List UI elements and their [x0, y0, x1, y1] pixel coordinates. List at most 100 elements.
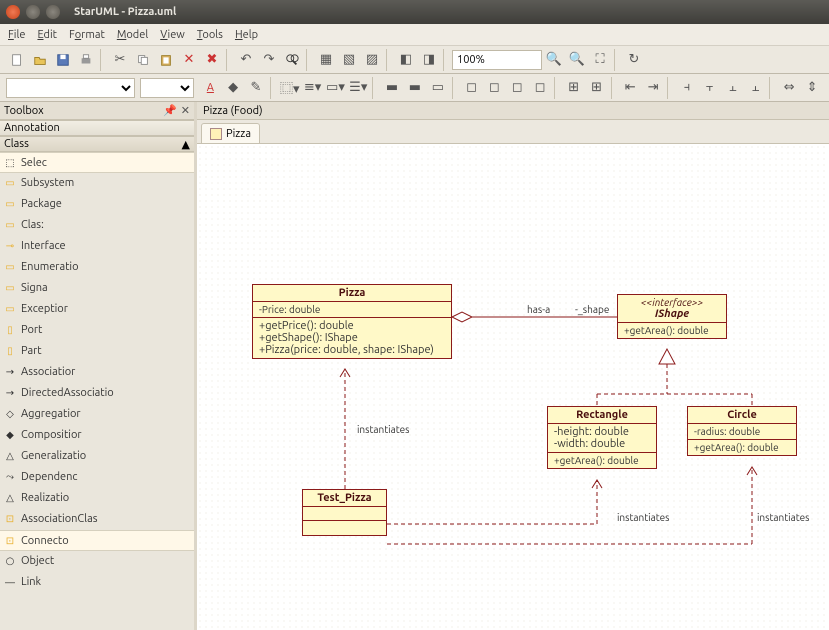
minimize-icon[interactable]	[26, 5, 40, 19]
layer2-icon[interactable]: ◻	[483, 77, 505, 99]
canvas[interactable]: has-a -_shape instantiates instantiates …	[197, 144, 829, 630]
zoom-out-icon[interactable]: 🔍	[566, 49, 588, 71]
al-bot-icon[interactable]: ⫠	[745, 77, 767, 99]
copy-icon[interactable]	[132, 49, 154, 71]
group1-icon[interactable]: ⿴▾	[279, 77, 301, 99]
layer1-icon[interactable]: ◻	[461, 77, 483, 99]
section-annotation[interactable]: Annotation	[0, 120, 194, 136]
new-icon[interactable]	[6, 49, 28, 71]
class-rectangle[interactable]: Rectangle -height: double-width: double …	[547, 406, 657, 469]
line-color-icon[interactable]: ✎	[245, 77, 267, 99]
close-icon[interactable]	[6, 5, 20, 19]
interface-ishape[interactable]: <<interface>>IShape +getArea(): double	[617, 294, 727, 339]
close-panel-icon[interactable]: ✕	[181, 104, 190, 117]
toolbox-label: Toolbox	[4, 105, 44, 117]
al-right-icon[interactable]: ⫟	[699, 77, 721, 99]
maximize-icon[interactable]	[46, 5, 60, 19]
diagram2-icon[interactable]: ▧	[338, 49, 360, 71]
tool-subsystem[interactable]: ▭Subsystem	[0, 173, 194, 194]
tool-associatior[interactable]: →Associatior	[0, 362, 194, 383]
al-left-icon[interactable]: ⫞	[676, 77, 698, 99]
redo-icon[interactable]: ↷	[258, 49, 280, 71]
tool-interface[interactable]: ⊸Interface	[0, 236, 194, 257]
dist2-icon[interactable]: ⇥	[642, 77, 664, 99]
tool-icon: ⊡	[3, 534, 17, 548]
tool-connecto[interactable]: ⊡Connecto	[0, 530, 194, 551]
class-pizza[interactable]: Pizza -Price: double +getPrice(): double…	[252, 284, 452, 359]
tool-signa[interactable]: ▭Signa	[0, 278, 194, 299]
align3-icon[interactable]: ▭	[427, 77, 449, 99]
dist1-icon[interactable]: ⇤	[619, 77, 641, 99]
class-op: +getArea(): double	[688, 440, 796, 455]
layer3-icon[interactable]: ◻	[506, 77, 528, 99]
tool-clas[interactable]: ▭Clas:	[0, 215, 194, 236]
menu-model[interactable]: Model	[117, 29, 148, 41]
class-attr: -Price: double	[253, 302, 451, 318]
al-top-icon[interactable]: ⫠	[722, 77, 744, 99]
menu-help[interactable]: Help	[235, 29, 258, 41]
palette2-icon[interactable]: ◨	[418, 49, 440, 71]
zoom-input[interactable]	[452, 50, 542, 70]
tool-package[interactable]: ▭Package	[0, 194, 194, 215]
delete-model-icon[interactable]: ✖	[201, 49, 223, 71]
menu-view[interactable]: View	[160, 29, 185, 41]
arrange1-icon[interactable]: ⊞	[563, 77, 585, 99]
diagram3-icon[interactable]: ▨	[361, 49, 383, 71]
tool-part[interactable]: ▯Part	[0, 341, 194, 362]
space-v-icon[interactable]: ⇕	[801, 77, 823, 99]
tool-generalizatio[interactable]: △Generalizatio	[0, 446, 194, 467]
cut-icon[interactable]: ✂	[109, 49, 131, 71]
tool-compositior[interactable]: ◆Compositior	[0, 425, 194, 446]
group4-icon[interactable]: ☰▾	[347, 77, 369, 99]
menu-edit[interactable]: Edit	[37, 29, 57, 41]
refresh-icon[interactable]: ↻	[623, 49, 645, 71]
menu-file[interactable]: File	[8, 29, 25, 41]
tool-icon: ○	[3, 554, 17, 568]
tool-associationclas[interactable]: ⊡AssociationClas	[0, 509, 194, 530]
rel-shape: -_shape	[575, 304, 609, 315]
tool-label: Enumeratio	[21, 261, 79, 273]
tool-enumeratio[interactable]: ▭Enumeratio	[0, 257, 194, 278]
tool-realizatio[interactable]: △Realizatio	[0, 488, 194, 509]
save-icon[interactable]	[52, 49, 74, 71]
arrange2-icon[interactable]: ⊞	[586, 77, 608, 99]
paste-icon[interactable]	[155, 49, 177, 71]
layer4-icon[interactable]: ◻	[529, 77, 551, 99]
align2-icon[interactable]: ▬	[404, 77, 426, 99]
tool-dependenc[interactable]: ⤳Dependenc	[0, 467, 194, 488]
section-class[interactable]: Class▲	[0, 136, 194, 152]
menu-format[interactable]: Format	[69, 29, 105, 41]
pin-icon[interactable]: 📌	[163, 104, 177, 117]
open-icon[interactable]	[29, 49, 51, 71]
scroll-up-icon[interactable]: ▲	[182, 138, 190, 151]
font-size-select[interactable]	[140, 78, 195, 98]
font-select[interactable]	[6, 78, 135, 98]
fill-color-icon[interactable]: ◆	[222, 77, 244, 99]
tool-aggregatior[interactable]: ◇Aggregatior	[0, 404, 194, 425]
align1-icon[interactable]: ▬	[381, 77, 403, 99]
tool-port[interactable]: ▯Port	[0, 320, 194, 341]
tool-object[interactable]: ○Object	[0, 551, 194, 572]
find-icon[interactable]	[281, 49, 303, 71]
tool-list: ⬚Selec▭Subsystem▭Package▭Clas:⊸Interface…	[0, 152, 194, 630]
font-color-icon[interactable]: A	[199, 77, 221, 99]
group3-icon[interactable]: ▭▾	[325, 77, 347, 99]
class-circle[interactable]: Circle -radius: double +getArea(): doubl…	[687, 406, 797, 456]
delete-icon[interactable]: ✕	[178, 49, 200, 71]
space-h-icon[interactable]: ⇔	[778, 77, 800, 99]
tool-link[interactable]: —Link	[0, 572, 194, 593]
print-icon[interactable]	[75, 49, 97, 71]
menu-tools[interactable]: Tools	[197, 29, 223, 41]
rel-inst3: instantiates	[757, 512, 810, 523]
undo-icon[interactable]: ↶	[235, 49, 257, 71]
tool-exceptior[interactable]: ▭Exceptior	[0, 299, 194, 320]
group2-icon[interactable]: ≡▾	[302, 77, 324, 99]
fit-icon[interactable]: ⛶	[589, 49, 611, 71]
zoom-in-icon[interactable]: 🔍	[543, 49, 565, 71]
tool-directedassociatio[interactable]: →DirectedAssociatio	[0, 383, 194, 404]
tool-selec[interactable]: ⬚Selec	[0, 152, 194, 173]
palette-icon[interactable]: ◧	[395, 49, 417, 71]
tab-pizza[interactable]: Pizza	[201, 123, 260, 143]
class-test-pizza[interactable]: Test_Pizza	[302, 489, 387, 536]
diagram1-icon[interactable]: ▦	[315, 49, 337, 71]
